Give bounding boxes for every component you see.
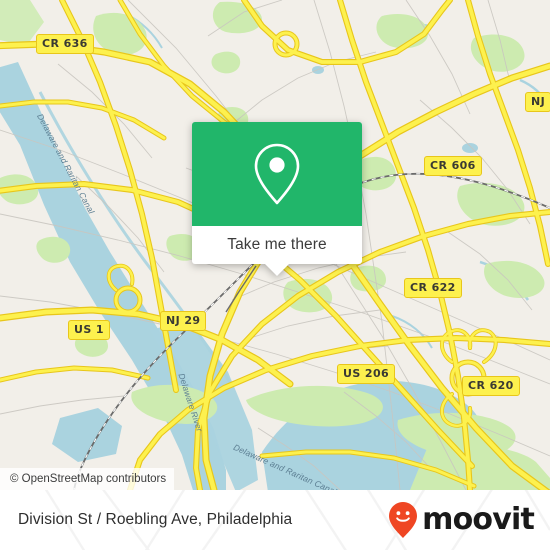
location-popup-card[interactable]: Take me there — [192, 122, 362, 276]
map-pin-icon — [254, 143, 300, 205]
shield-us-206[interactable]: US 206 — [337, 364, 396, 384]
footer-station-title: Division St / Roebling Ave, Philadelphia — [18, 511, 293, 528]
popup-pin-panel — [192, 122, 362, 226]
shield-us-1[interactable]: US 1 — [68, 320, 110, 340]
moovit-pin-smile-icon — [389, 502, 418, 538]
osm-attribution[interactable]: © OpenStreetMap contributors — [0, 468, 175, 490]
shield-cr-620[interactable]: CR 620 — [462, 376, 520, 396]
popup-action-bar[interactable]: Take me there — [192, 226, 362, 276]
moovit-brand[interactable]: moovit — [388, 501, 535, 539]
shield-cr-636[interactable]: CR 636 — [36, 34, 94, 54]
shield-nj-29[interactable]: NJ 29 — [160, 311, 207, 331]
popup-pointer — [264, 263, 290, 276]
moovit-map-screenshot: CR 636 NJ CR 606 CR 622 NJ 29 US 1 US 20… — [0, 0, 550, 550]
take-me-there-label: Take me there — [227, 236, 327, 253]
footer-bar: Division St / Roebling Ave, Philadelphia… — [0, 490, 550, 550]
shield-nj-top[interactable]: NJ — [525, 92, 550, 112]
shield-cr-606[interactable]: CR 606 — [424, 156, 482, 176]
moovit-wordmark: moovit — [422, 502, 535, 537]
shield-cr-622[interactable]: CR 622 — [404, 278, 462, 298]
